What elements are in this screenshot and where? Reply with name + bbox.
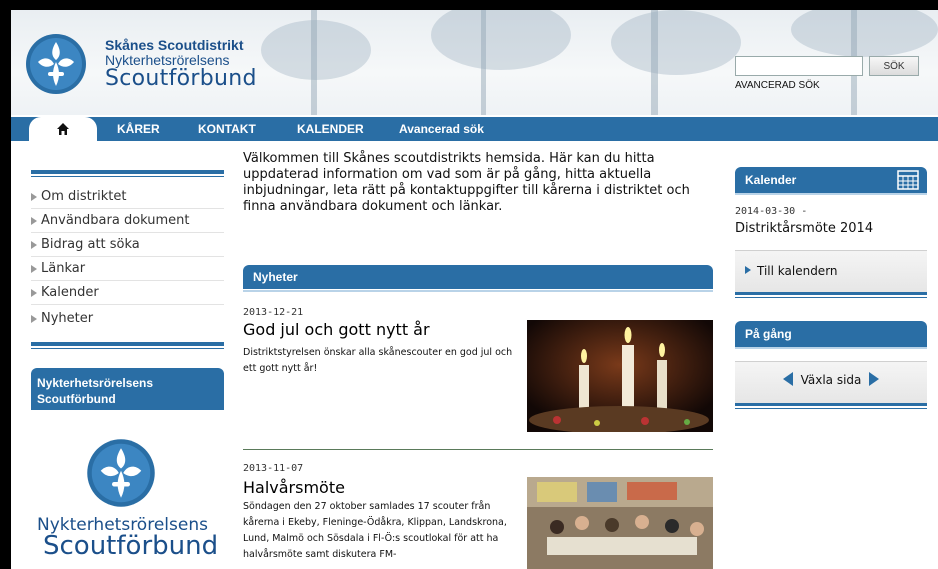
sidebar-box-title: Nykterhetsrörelsens Scoutförbund (37, 376, 154, 406)
welcome-text: Välkommen till Skånes scoutdistrikts hem… (243, 151, 690, 214)
header-background-foliage (431, 10, 571, 70)
pagang-box-title: På gång (745, 327, 792, 341)
logo-line-organisation: Nykterhetsrörelsens (105, 52, 230, 68)
site-header: Skånes Scoutdistrikt Nykterhetsrörelsens… (11, 10, 938, 115)
sidebar-top-rule-thin (31, 176, 224, 177)
calendar-icon (897, 170, 919, 190)
candles-image (527, 320, 713, 432)
sidebar-item-label: Nyheter (41, 311, 94, 326)
search-button[interactable]: SÖK (869, 56, 919, 76)
sidebar-item-label: Bidrag att söka (41, 237, 140, 252)
calendar-event-date: 2014-03-30 - (735, 206, 808, 217)
sidebar-item-kalender[interactable]: Kalender (31, 281, 224, 305)
pagang-box-bottom-rule-thin (735, 408, 927, 409)
pagang-header-underline (735, 347, 927, 349)
sidebar-item-lankar[interactable]: Länkar (31, 257, 224, 281)
nav-item-karer[interactable]: KÅRER (117, 122, 160, 136)
arrow-right-icon[interactable] (869, 372, 880, 386)
sidebar-item-nyheter[interactable]: Nyheter (31, 307, 224, 331)
arrow-right-icon (31, 241, 37, 249)
nav-item-kalender[interactable]: KALENDER (297, 122, 364, 136)
meeting-image (527, 477, 713, 569)
calendar-footer-top-border (735, 250, 927, 251)
advanced-search-link[interactable]: AVANCERAD SÖK (735, 80, 820, 91)
pagang-footer-top-border (735, 361, 927, 362)
news-body: Distriktstyrelsen önskar alla skånescout… (243, 347, 513, 374)
calendar-box-header: Kalender (735, 167, 927, 193)
nav-item-avancerad-sok[interactable]: Avancerad sök (399, 122, 484, 136)
page: Skånes Scoutdistrikt Nykterhetsrörelsens… (11, 10, 938, 569)
sidebar-menu-bottom-rule (31, 342, 224, 346)
sidebar-logo-line2: Scoutförbund (43, 531, 219, 561)
arrow-right-icon (745, 266, 751, 274)
vaxla-sida-label: Växla sida (800, 373, 862, 387)
sidebar-top-rule (31, 170, 224, 174)
sidebar-item-anvandbara-dokument[interactable]: Användbara dokument (31, 209, 224, 233)
pagang-box-bottom-rule (735, 403, 927, 406)
header-background-foliage (791, 10, 938, 57)
till-kalendern-label: Till kalendern (757, 264, 838, 278)
news-title-link[interactable]: Halvårsmöte (243, 478, 345, 497)
header-background-foliage (261, 20, 371, 80)
news-body: Söndagen den 27 oktober samlades 17 scou… (243, 501, 507, 560)
sidebar-box-header: Nykterhetsrörelsens Scoutförbund (31, 368, 224, 410)
news-divider (243, 449, 713, 450)
arrow-right-icon (31, 289, 37, 297)
logo-line-district: Skånes Scoutdistrikt (105, 37, 244, 53)
calendar-box-bottom-rule-thin (735, 297, 927, 298)
news-title-link[interactable]: God jul och gott nytt år (243, 320, 430, 339)
news-header-underline (243, 290, 713, 292)
search-input[interactable] (735, 56, 863, 76)
sidebar-item-label: Om distriktet (41, 189, 127, 204)
arrow-left-icon[interactable] (782, 372, 793, 386)
news-section-header: Nyheter (243, 265, 713, 289)
arrow-right-icon (31, 265, 37, 273)
nav-item-kontakt[interactable]: KONTAKT (198, 122, 256, 136)
calendar-header-underline (735, 193, 927, 195)
calendar-event-link[interactable]: Distriktårsmöte 2014 (735, 221, 873, 236)
scout-emblem-logo[interactable] (24, 32, 88, 96)
logo-line-federation: Scoutförbund (105, 66, 257, 91)
sidebar-item-label: Länkar (41, 261, 86, 276)
home-icon (57, 123, 69, 135)
news-section-title: Nyheter (253, 270, 298, 284)
news-image-candles[interactable] (527, 320, 713, 432)
header-background-foliage (611, 10, 741, 75)
sidebar-item-bidrag-att-soka[interactable]: Bidrag att söka (31, 233, 224, 257)
arrow-right-icon (31, 315, 37, 323)
scout-emblem-logo[interactable] (85, 437, 157, 509)
sidebar-menu-bottom-rule-thin (31, 348, 224, 349)
sidebar-item-label: Användbara dokument (41, 213, 190, 228)
news-date: 2013-12-21 (243, 307, 304, 318)
nav-home-tab[interactable] (29, 117, 97, 141)
calendar-box-title: Kalender (745, 173, 797, 187)
news-image-meeting[interactable] (527, 477, 713, 569)
till-kalendern-link[interactable]: Till kalendern (745, 264, 838, 278)
vaxla-sida-pager: Växla sida (735, 372, 927, 387)
sidebar-item-om-distriktet[interactable]: Om distriktet (31, 185, 224, 209)
sidebar-item-label: Kalender (41, 285, 99, 300)
pagang-box-header: På gång (735, 321, 927, 347)
arrow-right-icon (31, 193, 37, 201)
calendar-box-bottom-rule (735, 292, 927, 295)
arrow-right-icon (31, 217, 37, 225)
main-navigation: KÅRER KONTAKT KALENDER Avancerad sök (11, 117, 938, 141)
news-date: 2013-11-07 (243, 463, 304, 474)
site-logo-text[interactable]: Skånes Scoutdistrikt Nykterhetsrörelsens… (105, 38, 257, 90)
